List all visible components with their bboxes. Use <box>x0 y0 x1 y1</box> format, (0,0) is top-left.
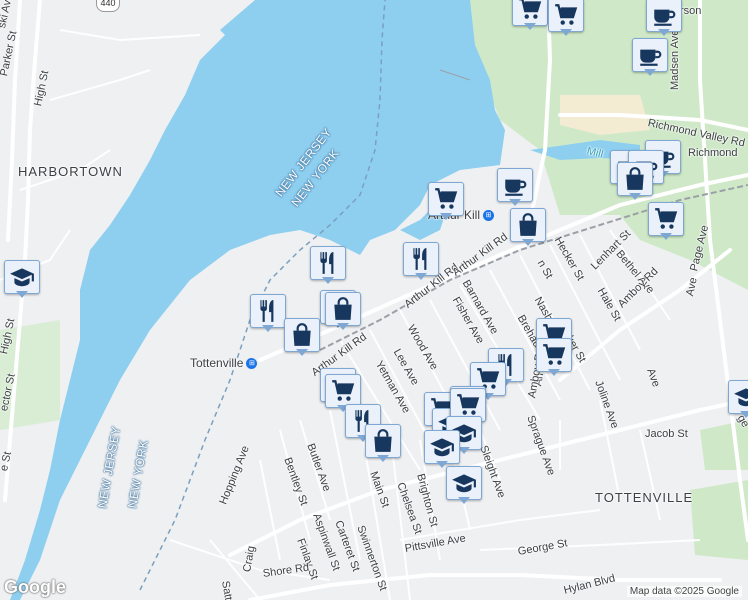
shopping-bag-icon <box>325 292 361 326</box>
area-label-harbortown: HARBORTOWN <box>18 164 123 179</box>
pin-tail <box>524 23 536 30</box>
pin-tail <box>458 497 470 504</box>
shopping-cart-icon <box>325 374 361 408</box>
street-label: Madsen Ave <box>669 29 681 90</box>
shopping-bag-icon <box>510 208 546 242</box>
poi-pin-school[interactable] <box>4 260 40 300</box>
pin-tail <box>509 199 521 206</box>
restaurant-icon <box>310 246 346 280</box>
pin-tail <box>337 323 349 330</box>
shopping-bag-icon <box>365 424 401 458</box>
coffee-icon <box>497 168 533 202</box>
pin-tail <box>629 193 641 200</box>
pin-tail <box>16 291 28 298</box>
poi-pin-school[interactable] <box>424 430 460 470</box>
school-icon <box>728 380 748 414</box>
pin-tail <box>440 213 452 220</box>
map-base <box>0 0 748 600</box>
shopping-cart-icon <box>536 338 572 372</box>
street-label: Jacob St <box>645 428 688 440</box>
map-canvas[interactable]: 440 HARBORTOWN TOTTENVILLE NEW JERSEY NE… <box>0 0 748 600</box>
shopping-cart-icon <box>648 202 684 236</box>
poi-pin-shopping-cart[interactable] <box>512 0 548 32</box>
google-logo: Google <box>4 577 66 597</box>
pin-tail <box>415 273 427 280</box>
pin-tail <box>377 455 389 462</box>
pin-tail <box>522 239 534 246</box>
poi-pin-shopping-bag[interactable] <box>325 292 361 332</box>
school-icon <box>446 466 482 500</box>
poi-pin-shopping-bag[interactable] <box>510 208 546 248</box>
pin-tail <box>548 369 560 376</box>
poi-pin-school[interactable] <box>446 466 482 506</box>
school-icon <box>424 430 460 464</box>
train-icon: ⊞ <box>483 210 495 222</box>
shopping-bag-icon <box>284 318 320 352</box>
train-icon: ⊞ <box>246 358 258 370</box>
pin-tail <box>296 349 308 356</box>
coffee-icon <box>632 38 668 72</box>
school-icon <box>4 260 40 294</box>
pin-tail <box>322 277 334 284</box>
poi-pin-shopping-cart[interactable] <box>548 0 584 38</box>
pin-tail <box>560 29 572 36</box>
street-label: Richmond <box>688 147 738 159</box>
area-label-tottenville: TOTTENVILLE <box>595 490 694 505</box>
street-label: rson <box>680 5 702 17</box>
station-tottenville[interactable]: Tottenville ⊞ <box>190 356 258 370</box>
poi-pin-coffee[interactable] <box>646 0 682 38</box>
route-shield-440: 440 <box>96 0 120 12</box>
map-attribution[interactable]: Map data ©2025 Google <box>626 586 742 597</box>
shopping-cart-icon <box>548 0 584 32</box>
poi-pin-shopping-cart[interactable] <box>648 202 684 242</box>
poi-pin-school[interactable] <box>728 380 748 420</box>
poi-pin-coffee[interactable] <box>497 168 533 208</box>
poi-pin-restaurant[interactable] <box>310 246 346 286</box>
shopping-bag-icon <box>617 162 653 196</box>
coffee-icon <box>646 0 682 32</box>
poi-pin-shopping-bag[interactable] <box>365 424 401 464</box>
restaurant-icon <box>403 242 439 276</box>
pin-tail <box>740 411 748 418</box>
poi-pin-shopping-cart[interactable] <box>536 338 572 378</box>
pin-tail <box>262 325 274 332</box>
pin-tail <box>644 69 656 76</box>
pin-tail <box>660 233 672 240</box>
poi-pin-coffee[interactable] <box>632 38 668 78</box>
poi-pin-shopping-bag[interactable] <box>617 162 653 202</box>
restaurant-icon <box>250 294 286 328</box>
poi-pin-restaurant[interactable] <box>403 242 439 282</box>
poi-pin-shopping-cart[interactable] <box>428 182 464 222</box>
poi-pin-shopping-bag[interactable] <box>284 318 320 358</box>
station-label: Tottenville <box>190 356 244 370</box>
poi-pin-restaurant[interactable] <box>250 294 286 334</box>
pin-tail <box>658 29 670 36</box>
shopping-cart-icon <box>428 182 464 216</box>
